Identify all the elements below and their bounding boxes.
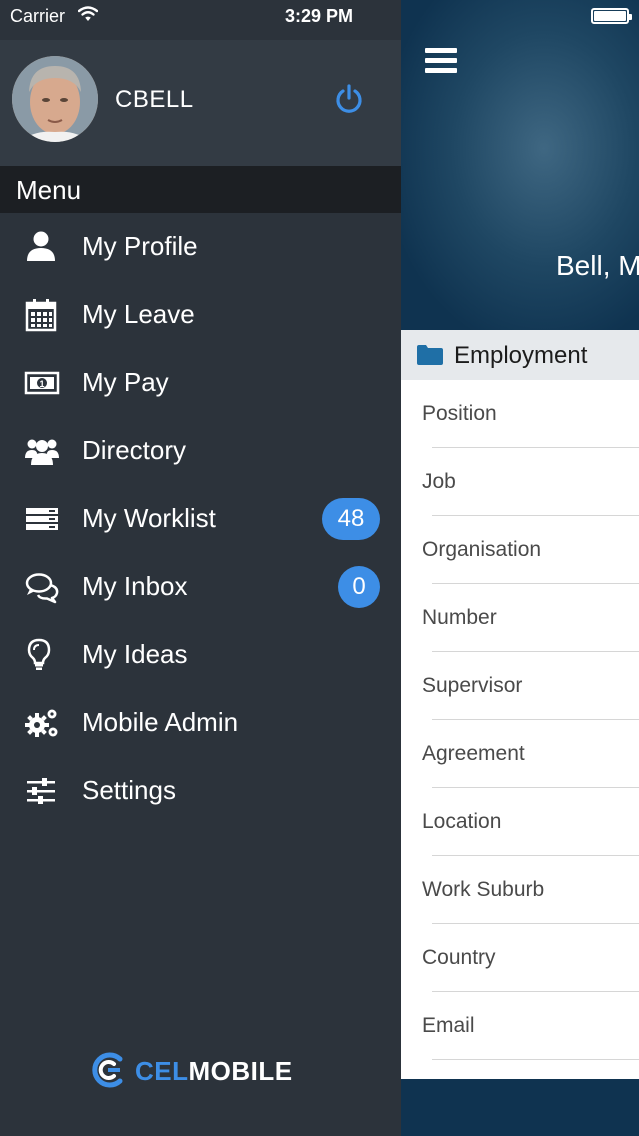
field-row[interactable]: Work Suburb [401, 856, 639, 924]
field-row[interactable]: Job [401, 448, 639, 516]
menu-item-my-inbox[interactable]: My Inbox 0 [0, 553, 401, 621]
employment-fields: Position Job Organisation Number Supervi… [401, 380, 639, 1079]
menu-item-mobile-admin[interactable]: Mobile Admin [0, 689, 401, 757]
field-row[interactable]: Agreement [401, 720, 639, 788]
menu-item-label: My Inbox [82, 571, 188, 601]
worklist-count-badge: 48 [322, 498, 380, 540]
field-row[interactable]: Location [401, 788, 639, 856]
field-label: Location [422, 810, 502, 833]
gears-icon [25, 709, 58, 737]
avatar[interactable] [12, 56, 98, 142]
field-label: Position [422, 402, 497, 425]
battery-icon [591, 8, 632, 24]
menu-item-label: Directory [82, 435, 187, 465]
carrier-label: Carrier [10, 6, 66, 26]
menu-header: Menu [0, 166, 401, 213]
cel-logo-icon [92, 1052, 123, 1088]
field-row[interactable]: Country [401, 924, 639, 992]
field-label: Work Suburb [422, 878, 545, 901]
lightbulb-icon [27, 638, 51, 670]
sliders-icon [27, 778, 55, 804]
menu-item-directory[interactable]: Directory [0, 417, 401, 485]
menu-item-label: Mobile Admin [82, 707, 239, 737]
menu-item-settings[interactable]: Settings [0, 757, 401, 825]
menu-item-label: Settings [82, 775, 176, 805]
profile-header: CBELL [0, 40, 401, 166]
menu-item-my-pay[interactable]: 1 My Pay [0, 349, 401, 417]
calendar-icon [25, 299, 57, 332]
main-panel: Bell, M Employment Position Job Organisa… [401, 0, 639, 1136]
hamburger-menu-icon[interactable] [425, 48, 457, 76]
employment-section-header[interactable]: Employment [401, 330, 639, 380]
field-label: Number [422, 606, 497, 629]
section-title: Employment [454, 342, 588, 369]
field-label: Supervisor [422, 674, 523, 697]
menu-list: My Profile My Leave 1 My Pay Directory M… [0, 213, 401, 825]
status-time: 3:29 PM [285, 6, 354, 26]
avatar-photo-icon [12, 56, 98, 142]
field-row[interactable]: Position [401, 380, 639, 448]
field-label: Organisation [422, 538, 542, 561]
users-icon [25, 439, 59, 465]
logo-wordmark: CELMOBILE [135, 1056, 293, 1087]
field-label: Agreement [422, 742, 525, 765]
inbox-count-badge: 0 [338, 566, 380, 608]
menu-item-label: My Ideas [82, 639, 188, 669]
username: CBELL [115, 86, 194, 113]
list-icon [26, 508, 58, 530]
power-icon[interactable] [334, 84, 364, 114]
field-row[interactable]: Number [401, 584, 639, 652]
logo-mobile: MOBILE [188, 1056, 293, 1086]
field-label: Country [422, 946, 496, 969]
menu-item-label: My Worklist [82, 503, 216, 533]
money-icon: 1 [24, 371, 60, 395]
field-row[interactable]: Organisation [401, 516, 639, 584]
folder-icon [417, 345, 443, 365]
menu-item-label: My Profile [82, 231, 198, 261]
svg-text:1: 1 [39, 379, 44, 389]
employee-name: Bell, M [556, 250, 639, 281]
menu-item-my-ideas[interactable]: My Ideas [0, 621, 401, 689]
field-row[interactable]: Supervisor [401, 652, 639, 720]
status-bar: Carrier 3:29 PM [0, 0, 401, 34]
user-icon [27, 231, 55, 261]
menu-item-label: My Leave [82, 299, 195, 329]
side-drawer: Carrier 3:29 PM CBELL Menu My Profile My… [0, 0, 401, 1136]
chat-icon [25, 573, 59, 604]
field-label: Email [422, 1014, 475, 1037]
wifi-icon [78, 6, 98, 21]
menu-item-my-profile[interactable]: My Profile [0, 213, 401, 281]
menu-item-my-worklist[interactable]: My Worklist 48 [0, 485, 401, 553]
field-row[interactable]: Email [401, 992, 639, 1060]
menu-title: Menu [16, 175, 82, 205]
menu-item-label: My Pay [82, 367, 169, 397]
divider [432, 1059, 639, 1060]
logo-cel: CEL [135, 1056, 189, 1086]
field-label: Job [422, 470, 456, 493]
menu-item-my-leave[interactable]: My Leave [0, 281, 401, 349]
cel-mobile-logo: CELMOBILE [88, 1050, 308, 1090]
